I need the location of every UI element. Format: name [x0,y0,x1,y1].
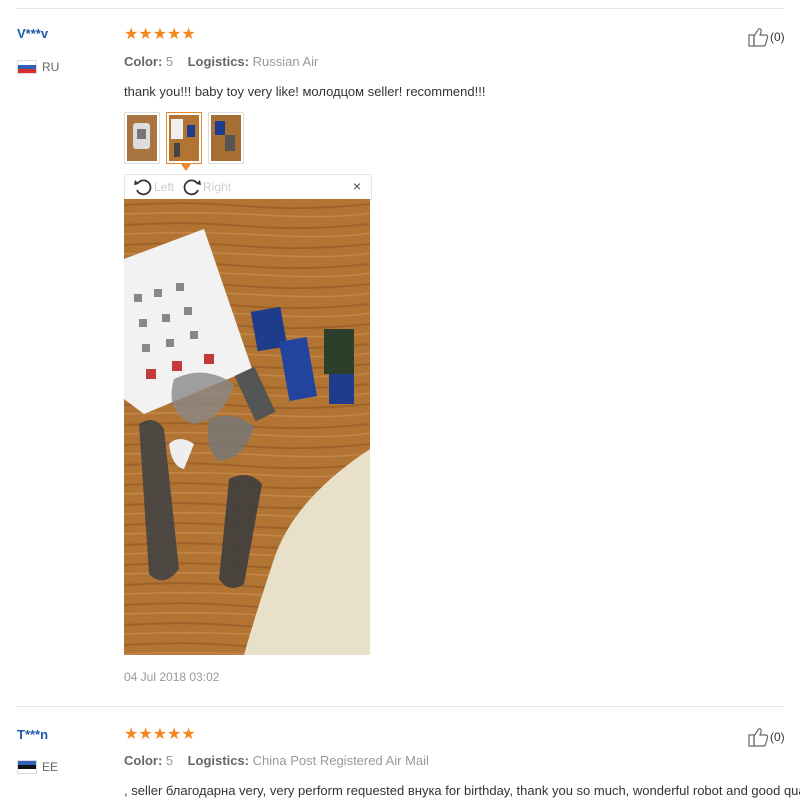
country-code: RU [42,60,60,74]
logistics-key: Logistics: [187,753,249,768]
helpful-button[interactable]: (0) [748,727,785,747]
thumbs-up-icon [748,28,769,47]
helpful-button[interactable]: (0) [748,27,785,47]
thumbnail-image [169,115,199,161]
image-viewer-toolbar: Left Right × [124,174,372,200]
reviewer-name: V***v [17,26,49,41]
close-icon[interactable]: × [353,178,361,194]
rotate-right-icon [183,179,202,196]
logistics-value: Russian Air [252,54,319,69]
helpful-count: (0) [770,730,785,744]
review-text: , seller благодарна very, very perform r… [124,783,800,798]
thumbnail-image [211,115,241,161]
rotate-right-button[interactable]: Right [182,177,231,197]
photo-thumbnail-active[interactable] [166,112,202,171]
rotate-left-icon [134,179,152,196]
rotate-right-label: Right [203,180,232,194]
top-divider [16,8,784,9]
review-divider [16,706,784,707]
review-date: 04 Jul 2018 03:02 [124,670,220,684]
review-meta: Color: 5 Logistics: Russian Air [124,54,318,69]
photo-thumbnails [124,112,250,171]
review-text: thank you!!! baby toy very like! молодцо… [124,84,486,99]
review-meta: Color: 5 Logistics: China Post Registere… [124,753,429,768]
review-photo-image [124,199,370,655]
reviewer-country: RU [17,60,59,74]
color-key: Color: [124,54,163,69]
color-value: 5 [165,753,174,768]
rating-stars: ★★★★★ [124,726,196,743]
flag-ee-icon [17,760,37,774]
photo-thumbnail[interactable] [124,112,160,164]
review-photo [124,199,370,655]
country-code: EE [42,760,59,774]
active-caret-icon [181,164,191,171]
rating-stars: ★★★★★ [124,26,196,43]
thumbs-up-icon [748,728,769,747]
color-value: 5 [165,54,174,69]
flag-ru-icon [17,60,37,74]
color-key: Color: [124,753,163,768]
logistics-value: China Post Registered Air Mail [252,753,429,768]
rotate-left-label: Left [154,180,175,194]
reviewer-country: EE [17,760,58,774]
thumbnail-image [127,115,157,161]
photo-thumbnail[interactable] [208,112,244,164]
rotate-left-button[interactable]: Left [133,177,174,197]
logistics-key: Logistics: [187,54,249,69]
reviewer-name: T***n [17,727,49,742]
helpful-count: (0) [770,30,785,44]
